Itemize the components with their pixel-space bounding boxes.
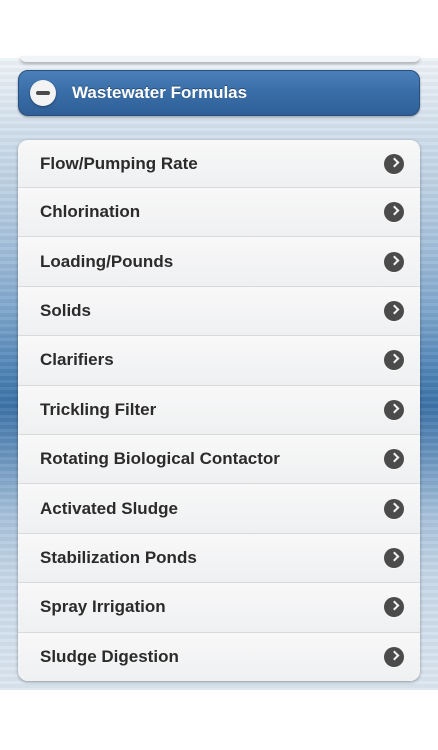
menu-item-label: Solids: [40, 300, 92, 320]
chevron-right-circle-icon: [384, 597, 404, 618]
menu-item-label: Clarifiers: [40, 350, 114, 370]
menu-item-loading-pounds[interactable]: Loading/Pounds: [18, 236, 420, 286]
menu-item-spray-irrigation[interactable]: Spray Irrigation: [18, 582, 420, 632]
section-title: Wastewater Formulas: [72, 83, 248, 102]
top-collapsed-panel-edge: [20, 56, 420, 62]
menu-item-label: Spray Irrigation: [40, 597, 166, 617]
menu-item-label: Trickling Filter: [40, 399, 157, 419]
chevron-right-circle-icon: [384, 449, 404, 470]
menu-item-label: Chlorination: [40, 202, 141, 222]
chevron-right-circle-icon: [384, 202, 404, 223]
menu-item-clarifiers[interactable]: Clarifiers: [18, 335, 420, 385]
menu-item-label: Stabilization Ponds: [40, 547, 197, 567]
chevron-right-circle-icon: [384, 547, 404, 568]
collapsible-header-wastewater-formulas[interactable]: Wastewater Formulas: [18, 70, 420, 116]
menu-item-label: Flow/Pumping Rate: [40, 153, 198, 173]
menu-item-label: Activated Sludge: [40, 498, 178, 518]
menu-item-label: Rotating Biological Contactor: [40, 449, 280, 469]
menu-item-flow-pumping-rate[interactable]: Flow/Pumping Rate: [18, 140, 420, 187]
menu-item-label: Sludge Digestion: [40, 646, 179, 666]
menu-item-trickling-filter[interactable]: Trickling Filter: [18, 384, 420, 434]
menu-item-chlorination[interactable]: Chlorination: [18, 187, 420, 237]
menu-item-stabilization-ponds[interactable]: Stabilization Ponds: [18, 532, 420, 583]
chevron-right-circle-icon: [384, 399, 404, 420]
chevron-right-circle-icon: [384, 251, 404, 272]
minus-circle-icon[interactable]: [30, 80, 56, 106]
menu-item-label: Loading/Pounds: [40, 251, 174, 271]
chevron-right-circle-icon: [384, 300, 404, 321]
chevron-right-circle-icon: [384, 498, 404, 519]
chevron-right-circle-icon: [384, 350, 404, 371]
menu-item-sludge-digestion[interactable]: Sludge Digestion: [18, 631, 420, 681]
chevron-right-circle-icon: [384, 646, 404, 667]
menu-item-activated-sludge[interactable]: Activated Sludge: [18, 483, 420, 533]
menu-item-rotating-biological-contactor[interactable]: Rotating Biological Contactor: [18, 433, 420, 484]
formula-menu-list: Flow/Pumping Rate Chlorination Loading/P…: [18, 140, 420, 681]
menu-item-solids[interactable]: Solids: [18, 285, 420, 336]
chevron-right-circle-icon: [384, 153, 404, 174]
